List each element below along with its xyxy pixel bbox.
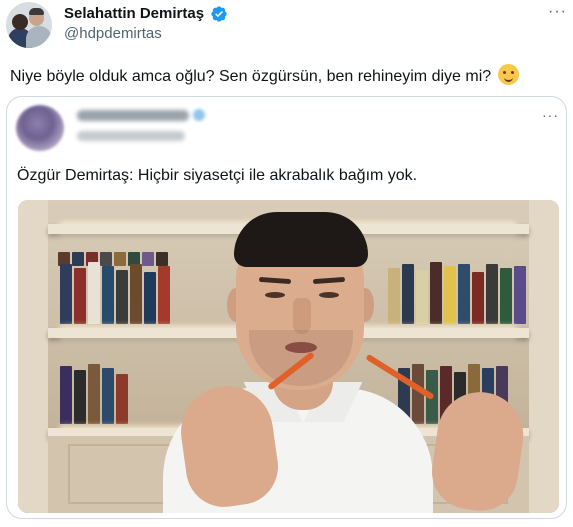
quoted-author-handle-blurred — [77, 131, 185, 141]
man-in-white-shirt — [103, 200, 529, 513]
verified-badge-icon — [211, 6, 227, 22]
tweet-text: Niye böyle olduk amca oğlu? Sen özgürsün… — [10, 64, 519, 88]
tweet-text-body: Niye böyle olduk amca oğlu? Sen özgürsün… — [10, 68, 492, 85]
tweet: Selahattin Demirtaş @hdpdemirtas ··· Niy… — [0, 0, 573, 527]
quoted-author-avatar-blurred[interactable] — [16, 105, 64, 151]
smiling-face-emoji-icon — [497, 64, 519, 85]
quoted-video-thumbnail[interactable] — [18, 200, 559, 513]
quoted-tweet-card[interactable]: ··· Özgür Demirtaş: Hiçbir siyasetçi ile… — [6, 96, 567, 519]
author-avatar[interactable] — [6, 2, 52, 48]
author-handle[interactable]: @hdpdemirtas — [64, 25, 162, 43]
quoted-author-name-blurred — [77, 110, 189, 121]
quoted-verified-badge-icon — [193, 109, 205, 121]
more-options-icon[interactable]: ··· — [548, 3, 567, 21]
quoted-tweet-text: Özgür Demirtaş: Hiçbir siyasetçi ile akr… — [17, 167, 418, 184]
author-display-name[interactable]: Selahattin Demirtaş — [64, 4, 204, 24]
quoted-more-options-icon[interactable]: ··· — [542, 107, 559, 123]
